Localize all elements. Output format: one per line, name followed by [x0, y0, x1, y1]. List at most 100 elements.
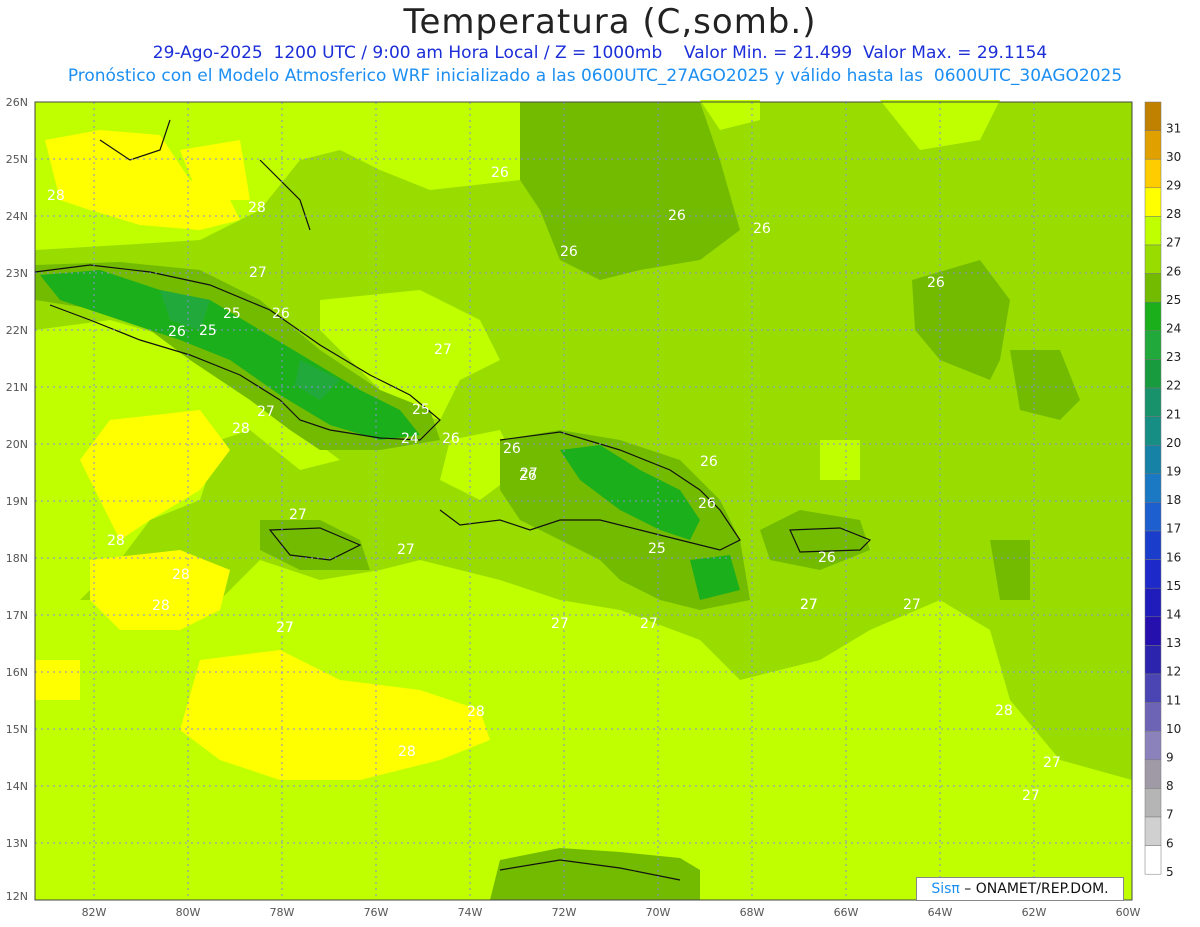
contour-label: 27	[249, 265, 267, 281]
lat-label: 19N	[6, 495, 28, 508]
colorbar-swatch	[1144, 788, 1162, 818]
lat-label: 26N	[6, 96, 28, 109]
colorbar-swatch	[1144, 816, 1162, 846]
contour-label: 27	[903, 597, 921, 613]
colorbar-label: 30	[1166, 150, 1181, 164]
contour-label: 26	[168, 324, 186, 340]
contour-label: 26	[503, 441, 521, 457]
lon-label: 74W	[458, 906, 483, 919]
colorbar-label: 18	[1166, 493, 1181, 507]
contour-label: 28	[995, 703, 1013, 719]
colorbar-swatch	[1144, 587, 1162, 618]
contour-label: 27	[640, 616, 658, 632]
lon-label: 66W	[834, 906, 859, 919]
lat-label: 22N	[6, 324, 28, 337]
colorbar-label: 25	[1166, 293, 1181, 307]
lat-label: 14N	[6, 780, 28, 793]
colorbar-label: 26	[1166, 264, 1181, 278]
colorbar-swatch	[1144, 616, 1162, 646]
contour-label: 27	[397, 542, 415, 558]
contour-label: 26	[491, 165, 509, 181]
contour-label: 28	[47, 188, 65, 204]
lon-label: 80W	[176, 906, 201, 919]
contour-label: 26	[698, 496, 716, 512]
credit-box: Sisπ – ONAMET/REP.DOM.	[916, 877, 1124, 901]
colorbar-label: 15	[1166, 579, 1181, 593]
colorbar-swatch	[1144, 130, 1162, 160]
colorbar-swatch	[1144, 444, 1162, 475]
contour-label: 24	[401, 431, 419, 447]
contour-label: 27	[551, 616, 569, 632]
colorbar-label: 29	[1166, 179, 1181, 193]
contour-label: 28	[248, 200, 266, 216]
longitude-axis: 82W 80W 78W 76W 74W 72W 70W 68W 66W 64W …	[82, 906, 1141, 919]
contour-label: 28	[107, 533, 125, 549]
lat-label: 24N	[6, 210, 28, 223]
colorbar-swatch	[1144, 244, 1162, 274]
colorbar-swatch	[1144, 759, 1162, 789]
lat-label: 15N	[6, 723, 28, 736]
lat-label: 25N	[6, 153, 28, 166]
colorbar-swatch	[1144, 101, 1162, 131]
colorbar-label: 5	[1166, 865, 1174, 879]
lon-label: 60W	[1116, 906, 1141, 919]
contour-label: 25	[412, 402, 430, 418]
colorbar-swatch	[1144, 330, 1162, 360]
colorbar-swatch	[1144, 473, 1162, 503]
contour-label: 25	[199, 323, 217, 339]
lat-label: 12N	[6, 890, 28, 903]
lon-label: 76W	[364, 906, 389, 919]
contour-label: 28	[398, 744, 416, 760]
colorbar-label: 6	[1166, 836, 1174, 850]
contour-label: 28	[232, 421, 250, 437]
lat-label: 17N	[6, 609, 28, 622]
contour-label: 26	[753, 221, 771, 237]
contour-label: 28	[467, 704, 485, 720]
credit-brand: Sisπ	[931, 881, 960, 897]
lat-label: 23N	[6, 267, 28, 280]
colorbar-label: 14	[1166, 608, 1181, 622]
colorbar-label: 22	[1166, 379, 1181, 393]
contour-label: 27	[800, 597, 818, 613]
lon-label: 78W	[270, 906, 295, 919]
lon-label: 62W	[1022, 906, 1047, 919]
contour-label: 27	[289, 507, 307, 523]
lon-label: 64W	[928, 906, 953, 919]
lon-label: 70W	[646, 906, 671, 919]
contour-label: 27	[257, 404, 275, 420]
lat-label: 13N	[6, 837, 28, 850]
lon-label: 68W	[740, 906, 765, 919]
contour-label: 26	[668, 208, 686, 224]
colorbar-label: 31	[1166, 121, 1181, 135]
latitude-axis: 26N 25N 24N 23N 22N 21N 20N 19N 18N 17N …	[6, 96, 28, 903]
colorbar-label: 27	[1166, 236, 1181, 250]
colorbar-label: 13	[1166, 636, 1181, 650]
colorbar-swatch	[1144, 559, 1162, 589]
contour-label: 26	[927, 275, 945, 291]
colorbar-swatch	[1144, 416, 1162, 446]
colorbar-swatch	[1144, 187, 1162, 217]
contour-label: 26	[818, 550, 836, 566]
lat-label: 21N	[6, 381, 28, 394]
colorbar-swatch	[1144, 301, 1162, 332]
colorbar-swatch	[1144, 673, 1162, 703]
contour-label: 26	[560, 244, 578, 260]
colorbar-label: 17	[1166, 522, 1181, 536]
lat-label: 16N	[6, 666, 28, 679]
contour-label: 26	[700, 454, 718, 470]
lat-label: 20N	[6, 438, 28, 451]
colorbar-swatch	[1144, 845, 1162, 875]
lon-label: 72W	[552, 906, 577, 919]
colorbar-label: 20	[1166, 436, 1181, 450]
contour-label: 27	[1022, 788, 1040, 804]
colorbar-label: 24	[1166, 322, 1181, 336]
contour-label: 25	[223, 306, 241, 322]
colorbar-swatch	[1144, 702, 1162, 732]
contour-label: 28	[152, 598, 170, 614]
colorbar-label: 12	[1166, 665, 1181, 679]
colorbar-label: 8	[1166, 779, 1174, 793]
contour-label: 27	[1043, 755, 1061, 771]
colorbar-label: 28	[1166, 207, 1181, 221]
lat-label: 18N	[6, 552, 28, 565]
colorbar-label: 21	[1166, 407, 1181, 421]
